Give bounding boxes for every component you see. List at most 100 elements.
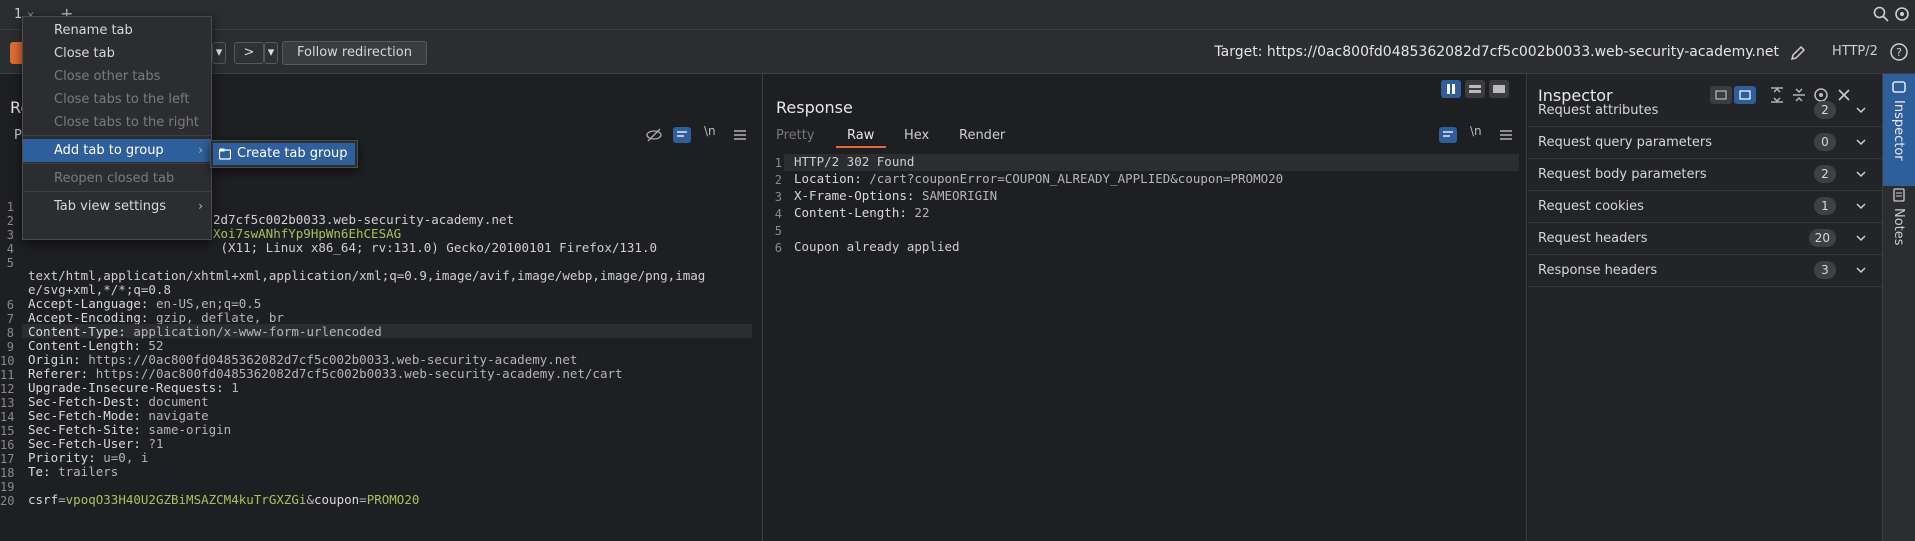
- inspector-section[interactable]: Response headers 3: [1528, 255, 1882, 287]
- response-tab-pretty[interactable]: Pretty: [776, 128, 815, 143]
- inspector-section[interactable]: Request query parameters 0: [1528, 127, 1882, 159]
- header-key: Sec-Fetch-Site:: [28, 422, 141, 437]
- hide-nonprintable-icon[interactable]: [644, 126, 664, 144]
- tab-group-icon: [219, 148, 231, 160]
- response-line: Content-Length: 22: [794, 205, 929, 220]
- line-number: 5: [774, 224, 782, 238]
- help-icon[interactable]: ?: [1889, 42, 1909, 62]
- wrap-lines-icon[interactable]: [1438, 126, 1458, 144]
- section-label: Request query parameters: [1538, 135, 1713, 150]
- request-line: Sec-Fetch-Site: same-origin: [28, 422, 231, 437]
- line-number: 20: [0, 494, 15, 508]
- request-line: e/svg+xml,*/*;q=0.8: [28, 282, 171, 297]
- menu-item-close-tabs-to-the-right: Close tabs to the right: [23, 111, 211, 134]
- line-number: 18: [0, 466, 15, 480]
- body-body-amp: &: [306, 492, 314, 507]
- header-value: 1: [223, 380, 239, 395]
- header-value: https://0ac800fd0485362082d7cf5c002b0033…: [80, 352, 578, 367]
- search-icon[interactable]: [1872, 5, 1890, 23]
- header-value: https://0ac800fd0485362082d7cf5c002b0033…: [88, 366, 623, 381]
- request-line: Accept-Encoding: gzip, deflate, br: [28, 310, 284, 325]
- line-number: 2: [774, 173, 782, 187]
- request-line: 2d7cf5c002b0033.web-security-academy.net: [213, 212, 514, 227]
- header-value: application/x-www-form-urlencoded: [125, 324, 382, 339]
- response-tab-hex[interactable]: Hex: [904, 128, 929, 143]
- line-number: 14: [0, 410, 15, 424]
- count-badge: 1: [1814, 197, 1836, 215]
- line-number: 3: [774, 190, 782, 204]
- chevron-down-icon[interactable]: [1854, 167, 1868, 181]
- line-number: 6: [6, 298, 14, 312]
- body-eq: =: [359, 492, 367, 507]
- header-key: Accept-Encoding:: [28, 310, 149, 325]
- menu-item-label: Reopen closed tab: [54, 171, 175, 186]
- response-tab-raw[interactable]: Raw: [847, 128, 874, 143]
- menu-item-close-tab[interactable]: Close tab: [23, 42, 211, 65]
- forward-history-dropdown[interactable]: ▾: [264, 42, 278, 64]
- inspector-icon: [1892, 81, 1906, 93]
- menu-item-tab-view-settings[interactable]: Tab view settings ›: [23, 195, 211, 218]
- response-line: HTTP/2 302 Found: [794, 154, 914, 169]
- chevron-down-icon[interactable]: [1854, 263, 1868, 277]
- edit-target-pencil-icon[interactable]: [1788, 43, 1808, 63]
- menu-item-label: Add tab to group: [54, 143, 164, 158]
- back-history-dropdown[interactable]: ▾: [212, 42, 226, 64]
- chevron-down-icon[interactable]: [1854, 199, 1868, 213]
- rail-inspector-tab[interactable]: Inspector: [1883, 74, 1915, 186]
- header-key: Upgrade-Insecure-Requests:: [28, 380, 224, 395]
- header-key: Referer:: [28, 366, 89, 381]
- line-text: (X11; Linux x86_64; rv:131.0) Gecko/2010…: [213, 240, 658, 255]
- http-version-label[interactable]: HTTP/2: [1832, 44, 1878, 59]
- chevron-down-icon[interactable]: [1854, 103, 1868, 117]
- request-line: Referer: https://0ac800fd0485362082d7cf5…: [28, 366, 623, 381]
- chevron-down-icon[interactable]: [1854, 231, 1868, 245]
- chevron-down-icon[interactable]: [1854, 135, 1868, 149]
- menu-item-add-tab-to-group[interactable]: Add tab to group ›: [23, 139, 211, 162]
- follow-redirection-button[interactable]: Follow redirection: [282, 41, 427, 65]
- body-body-v1: vpoqO33H40U2GZBiMSAZCM4kuTrGXZGi: [65, 492, 307, 507]
- menu-item-label: Close tab: [54, 46, 115, 61]
- menu-separator: [23, 163, 211, 164]
- create-tab-group-item[interactable]: Create tab group: [213, 143, 355, 165]
- inspector-section[interactable]: Request attributes 2: [1528, 95, 1882, 127]
- header-key: Location:: [794, 171, 862, 186]
- layout-toggle-icon[interactable]: [1441, 80, 1509, 98]
- menu-icon[interactable]: [730, 126, 750, 144]
- request-tab-pretty[interactable]: P: [14, 128, 22, 143]
- target-url[interactable]: Target: https://0ac800fd0485362082d7cf5c…: [1214, 44, 1779, 60]
- header-key: Sec-Fetch-Dest:: [28, 394, 141, 409]
- inspector-section[interactable]: Request headers 20: [1528, 223, 1882, 255]
- response-title: Response: [776, 98, 853, 117]
- rail-notes-tab[interactable]: Notes: [1883, 184, 1915, 264]
- wrap-lines-icon[interactable]: [672, 126, 692, 144]
- settings-gear-icon[interactable]: [1893, 5, 1911, 23]
- header-value: navigate: [140, 408, 209, 423]
- menu-icon[interactable]: [1496, 126, 1516, 144]
- header-key: Accept-Language:: [28, 296, 149, 311]
- body-body-v2: PROMO20: [366, 492, 420, 507]
- line-number: 2: [6, 214, 14, 228]
- notes-icon: [1893, 188, 1905, 202]
- inspector-section[interactable]: Request body parameters 2: [1528, 159, 1882, 191]
- line-number: 11: [0, 368, 15, 382]
- line-number: 13: [0, 396, 15, 410]
- header-key: Te:: [28, 464, 51, 479]
- inspector-section[interactable]: Request cookies 1: [1528, 191, 1882, 223]
- menu-item-rename-tab[interactable]: Rename tab: [23, 19, 211, 42]
- count-badge: 2: [1814, 165, 1836, 183]
- line-number: 7: [6, 312, 14, 326]
- count-badge: 3: [1814, 261, 1836, 279]
- submenu-arrow-icon: ›: [198, 143, 203, 157]
- response-panel: Response Pretty Raw Hex Render \n 1 HTTP/…: [764, 74, 1527, 541]
- newline-toggle-icon[interactable]: \n: [704, 124, 724, 142]
- request-line: (X11; Linux x86_64; rv:131.0) Gecko/2010…: [213, 240, 658, 255]
- request-line: Upgrade-Insecure-Requests: 1: [28, 380, 239, 395]
- request-line: text/html,application/xhtml+xml,applicat…: [28, 268, 705, 283]
- header-key: Content-Type:: [28, 324, 126, 339]
- forward-button[interactable]: >: [234, 42, 264, 64]
- response-tab-render[interactable]: Render: [959, 128, 1005, 143]
- line-number: 1: [774, 156, 782, 170]
- line-number: 8: [6, 326, 14, 340]
- request-line: Xoi7swANhfYp9HpWn6EhCESAG: [213, 226, 401, 241]
- newline-toggle-icon[interactable]: \n: [1470, 124, 1490, 142]
